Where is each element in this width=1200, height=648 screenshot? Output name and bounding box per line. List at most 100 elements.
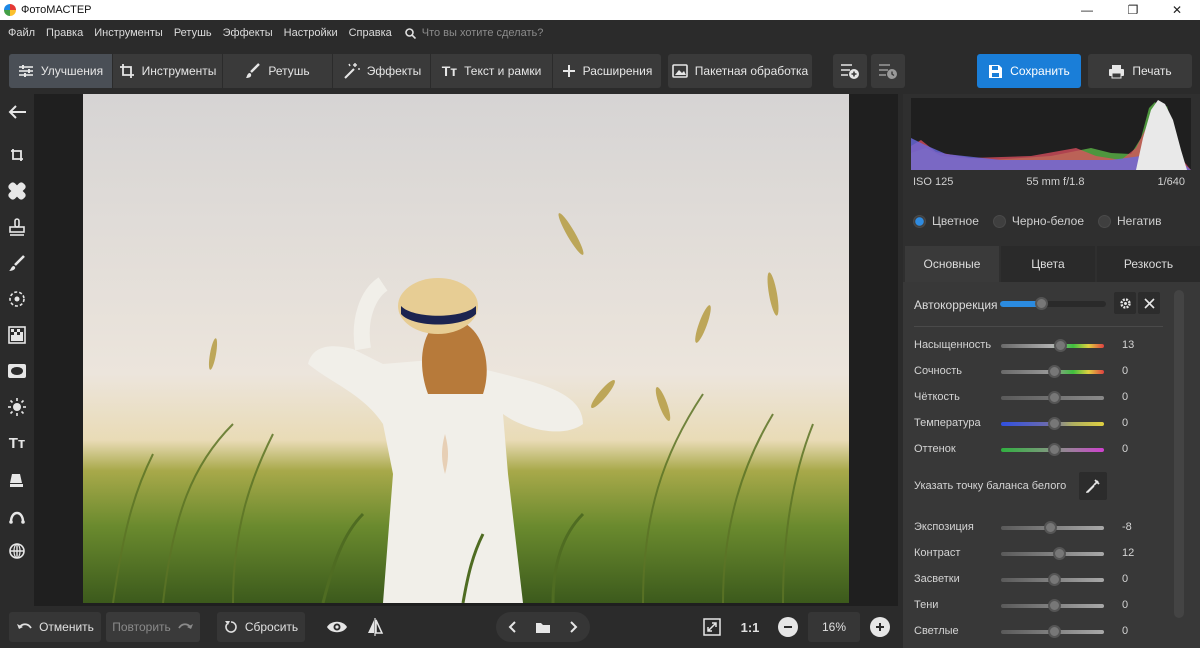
tab-effects[interactable]: Эффекты: [333, 54, 431, 88]
add-preset-button[interactable]: [833, 54, 867, 88]
mode-tabs: Улучшения Инструменты Ретушь Эффекты Tт …: [9, 54, 661, 88]
tool-light[interactable]: [0, 392, 34, 422]
slider-whites-thumb[interactable]: [1048, 625, 1061, 638]
slider-tint[interactable]: Оттенок 0: [914, 442, 1184, 458]
tab-enhancements[interactable]: Улучшения: [9, 54, 113, 88]
slider-saturation[interactable]: Насыщенность 13: [914, 338, 1184, 354]
fit-screen-button[interactable]: [697, 612, 727, 642]
menu-file[interactable]: Файл: [8, 27, 35, 39]
mode-black-white[interactable]: Черно-белое: [992, 214, 1084, 228]
radio-negative[interactable]: [1098, 214, 1112, 228]
mode-color[interactable]: Цветное: [913, 214, 979, 228]
zoom-out-button[interactable]: [778, 617, 798, 637]
tab-text-frames[interactable]: Tт Текст и рамки: [431, 54, 553, 88]
tab-extensions[interactable]: Расширения: [553, 54, 661, 88]
minimize-button[interactable]: —: [1064, 0, 1110, 20]
menu-edit[interactable]: Правка: [46, 27, 83, 39]
autocorrection-settings-button[interactable]: [1114, 292, 1136, 314]
exif-lens: 55 mm f/1.8: [1026, 176, 1085, 188]
tool-text[interactable]: Tт: [0, 428, 34, 458]
autocorrection-slider[interactable]: [1000, 297, 1106, 310]
undo-button[interactable]: Отменить: [9, 612, 101, 642]
bottom-bar: Отменить Повторить Сбросить 1:1 16%: [0, 606, 898, 648]
preset-add-icon: [841, 64, 859, 79]
photo-preview[interactable]: [83, 94, 849, 603]
menu-retouch[interactable]: Ретушь: [174, 27, 212, 39]
tool-stamp[interactable]: [0, 212, 34, 242]
tab-colors[interactable]: Цвета: [1001, 246, 1097, 282]
tool-healing[interactable]: [0, 176, 34, 206]
magic-wand-icon: [344, 63, 360, 79]
slider-highlights-thumb[interactable]: [1048, 573, 1061, 586]
tab-tools[interactable]: Инструменты: [113, 54, 223, 88]
tab-sharpness[interactable]: Резкость: [1097, 246, 1200, 282]
chevron-left-icon[interactable]: [508, 621, 518, 633]
autocorrection-clear-button[interactable]: [1138, 292, 1160, 314]
tool-rotate-crop[interactable]: [0, 140, 34, 170]
main-toolbar: Улучшения Инструменты Ретушь Эффекты Tт …: [0, 46, 1200, 94]
printer-icon: [1109, 64, 1125, 78]
slider-shadows-thumb[interactable]: [1048, 599, 1061, 612]
tool-vignette[interactable]: [0, 356, 34, 386]
panel-scrollbar[interactable]: [1174, 290, 1184, 618]
slider-tint-thumb[interactable]: [1048, 443, 1061, 456]
slider-contrast[interactable]: Контраст 12: [914, 546, 1184, 562]
gradient-filter-icon: [8, 326, 26, 344]
folder-icon[interactable]: [535, 621, 551, 634]
slider-highlights[interactable]: Засветки 0: [914, 572, 1184, 588]
mode-negative[interactable]: Негатив: [1098, 214, 1161, 228]
tool-radial-filter[interactable]: [0, 284, 34, 314]
slider-whites[interactable]: Светлые 0: [914, 624, 1184, 640]
slider-clarity-thumb[interactable]: [1048, 391, 1061, 404]
slider-temperature[interactable]: Температура 0: [914, 416, 1184, 432]
image-canvas[interactable]: [34, 94, 898, 606]
close-window-button[interactable]: ✕: [1154, 0, 1200, 20]
white-balance-picker-button[interactable]: [1079, 472, 1107, 500]
radio-color[interactable]: [913, 214, 926, 228]
zoom-value[interactable]: 16%: [808, 612, 860, 642]
redo-button[interactable]: Повторить: [106, 612, 200, 642]
save-button[interactable]: Сохранить: [977, 54, 1081, 88]
slider-exposure[interactable]: Экспозиция -8: [914, 520, 1184, 536]
menu-effects[interactable]: Эффекты: [223, 27, 273, 39]
batch-processing-button[interactable]: Пакетная обработка: [668, 54, 812, 88]
radio-black-white[interactable]: [992, 214, 1006, 228]
slider-vibrance[interactable]: Сочность 0: [914, 364, 1184, 380]
tool-geometry[interactable]: [0, 536, 34, 566]
menu-help[interactable]: Справка: [349, 27, 392, 39]
vignette-icon: [8, 364, 26, 378]
left-tool-strip: Tт: [0, 94, 34, 606]
preview-toggle-button[interactable]: [320, 612, 354, 642]
maximize-button[interactable]: ❐: [1110, 0, 1156, 20]
slider-shadows[interactable]: Тени 0: [914, 598, 1184, 614]
slider-exposure-value: -8: [1122, 521, 1132, 533]
zoom-in-button[interactable]: [870, 617, 890, 637]
tab-basic[interactable]: Основные: [905, 246, 1001, 282]
exif-info: ISO 125 55 mm f/1.8 1/640: [913, 176, 1185, 188]
menu-tools[interactable]: Инструменты: [94, 27, 163, 39]
slider-contrast-thumb[interactable]: [1053, 547, 1066, 560]
slider-saturation-track[interactable]: [1001, 344, 1104, 348]
print-button[interactable]: Печать: [1088, 54, 1192, 88]
actual-size-button[interactable]: 1:1: [735, 612, 765, 642]
slider-clarity[interactable]: Чёткость 0: [914, 390, 1184, 406]
tab-retouch[interactable]: Ретушь: [223, 54, 333, 88]
autocorrection-thumb[interactable]: [1035, 297, 1048, 310]
menu-settings[interactable]: Настройки: [284, 27, 338, 39]
slider-saturation-value: 13: [1122, 339, 1135, 351]
tool-brush[interactable]: [0, 248, 34, 278]
chevron-right-icon[interactable]: [568, 621, 578, 633]
slider-exposure-thumb[interactable]: [1044, 521, 1057, 534]
back-button[interactable]: [0, 97, 34, 127]
tool-gradient-filter[interactable]: [0, 320, 34, 350]
radial-filter-icon: [9, 291, 25, 307]
tool-fill[interactable]: [0, 464, 34, 494]
command-search[interactable]: Что вы хотите сделать?: [404, 27, 543, 39]
reset-button[interactable]: Сбросить: [217, 612, 305, 642]
tool-curves[interactable]: [0, 500, 34, 530]
compare-button[interactable]: [358, 612, 392, 642]
slider-temperature-thumb[interactable]: [1048, 417, 1061, 430]
slider-saturation-thumb[interactable]: [1054, 339, 1067, 352]
preset-history-button[interactable]: [871, 54, 905, 88]
slider-vibrance-thumb[interactable]: [1048, 365, 1061, 378]
